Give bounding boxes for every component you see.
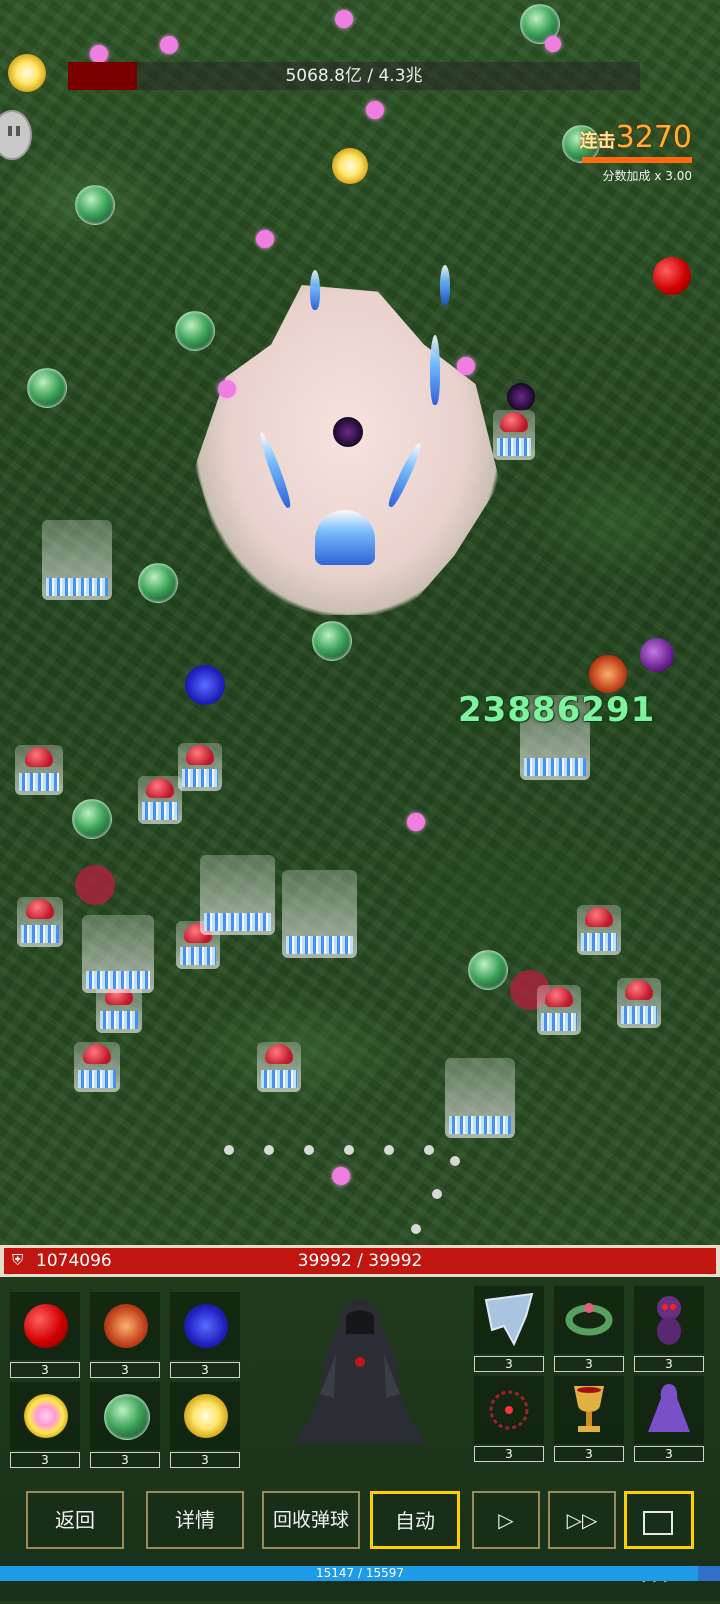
chalice-icon xyxy=(574,1386,604,1432)
slot-count: 3 xyxy=(634,1356,704,1372)
voodoo-doll-icon xyxy=(657,1296,681,1345)
boss-enemy xyxy=(195,265,500,615)
green-ball xyxy=(138,563,178,603)
mushroom-monster xyxy=(577,905,621,955)
item-slot-thorn-ring[interactable]: 3 xyxy=(474,1376,544,1462)
mushroom-monster xyxy=(537,985,581,1035)
red-ball xyxy=(653,257,691,295)
red-ball-icon xyxy=(24,1304,68,1348)
slot-count: 3 xyxy=(90,1452,160,1468)
mushroom-monster xyxy=(74,1042,120,1092)
purple-cloak-icon xyxy=(648,1384,690,1432)
auto-button[interactable]: 自动 xyxy=(370,1491,460,1549)
item-slot-cape[interactable]: 3 xyxy=(474,1286,544,1372)
combo-display: 连击3270 分数加成 x 3.00 xyxy=(580,120,692,184)
mushroom-monster xyxy=(17,897,63,947)
yellow-ball xyxy=(8,54,46,92)
film-icon xyxy=(643,1510,673,1535)
plant-monster xyxy=(200,855,275,935)
dark-ball xyxy=(507,383,535,411)
slot-count: 3 xyxy=(554,1356,624,1372)
green-ball-icon xyxy=(104,1394,150,1440)
yellow-ball xyxy=(332,148,368,184)
details-button[interactable]: 详情 xyxy=(146,1491,244,1549)
back-button[interactable]: 返回 xyxy=(26,1491,124,1549)
green-ball xyxy=(468,950,508,990)
ball-slot-blue[interactable]: 3 xyxy=(170,1292,240,1378)
green-ball xyxy=(27,368,67,408)
green-ball xyxy=(72,799,112,839)
combo-value: 3270 xyxy=(615,120,692,155)
combo-label: 连击 xyxy=(579,131,616,152)
slot-count: 3 xyxy=(90,1362,160,1378)
wreath-icon xyxy=(565,1303,613,1336)
battlefield[interactable]: 23886291 xyxy=(0,0,720,1245)
orange-ball xyxy=(589,655,627,693)
fast-forward-button[interactable]: ▷▷ xyxy=(548,1491,616,1549)
mushroom-monster xyxy=(617,978,661,1028)
mushroom-monster xyxy=(178,743,222,791)
green-ball xyxy=(175,311,215,351)
slot-count: 3 xyxy=(10,1362,80,1378)
boss-hp-text: 5068.8亿 / 4.3兆 xyxy=(285,66,423,86)
orange-ball-icon xyxy=(104,1304,148,1348)
score-multiplier: 分数加成 x 3.00 xyxy=(602,169,692,183)
slot-count: 3 xyxy=(634,1446,704,1462)
player-hp-bar: ⛨ 1074096 39992 / 39992 xyxy=(0,1245,720,1277)
mushroom-monster xyxy=(257,1042,301,1092)
player-hp-text: 39992 / 39992 xyxy=(297,1251,423,1271)
item-slot-wreath[interactable]: 3 xyxy=(554,1286,624,1372)
recall-balls-button[interactable]: 回收弹球 xyxy=(262,1491,360,1549)
slot-count: 3 xyxy=(474,1356,544,1372)
combo-bar xyxy=(582,157,692,163)
yellow-star-ball-icon xyxy=(184,1394,228,1438)
boss-hp-bar: 5068.8亿 / 4.3兆 xyxy=(68,62,640,90)
plant-monster xyxy=(445,1058,515,1138)
hooded-knight-hero xyxy=(294,1300,426,1444)
ball-slot-green[interactable]: 3 xyxy=(90,1382,160,1468)
thorn-ring-icon xyxy=(489,1390,529,1430)
slot-count: 3 xyxy=(170,1452,240,1468)
yellow-pink-ball-icon xyxy=(24,1394,68,1438)
item-slot-voodoo-doll[interactable]: 3 xyxy=(634,1286,704,1372)
slot-count: 3 xyxy=(170,1362,240,1378)
item-slot-purple-cloak[interactable]: 3 xyxy=(634,1376,704,1462)
cape-icon xyxy=(484,1292,534,1347)
ball-slot-yellow-star[interactable]: 3 xyxy=(170,1382,240,1468)
ball-slot-orange[interactable]: 3 xyxy=(90,1292,160,1378)
item-slot-chalice[interactable]: 3 xyxy=(554,1376,624,1462)
slot-count: 3 xyxy=(554,1446,624,1462)
xp-text: 15147 / 15597 xyxy=(315,1566,405,1580)
green-ball xyxy=(75,185,115,225)
play-speed-button[interactable]: ▷ xyxy=(472,1491,540,1549)
plant-monster xyxy=(282,870,357,958)
green-ball xyxy=(312,621,352,661)
blue-ball-icon xyxy=(184,1304,228,1348)
blue-ball xyxy=(185,665,225,705)
damage-popup: 23886291 xyxy=(458,690,656,730)
xp-bar: 15147 / 15597 xyxy=(0,1566,720,1581)
slot-count: 3 xyxy=(10,1452,80,1468)
mushroom-monster xyxy=(493,410,535,460)
slot-count: 3 xyxy=(474,1446,544,1462)
mushroom-monster xyxy=(138,776,182,824)
plant-monster xyxy=(42,520,112,600)
ball-slot-red[interactable]: 3 xyxy=(10,1292,80,1378)
mushroom-monster xyxy=(15,745,63,795)
purple-ball xyxy=(640,638,674,672)
plant-monster xyxy=(82,915,154,993)
watch-ad-speed-button[interactable]: ▷▷▷ xyxy=(624,1491,694,1585)
ball-slot-yellow-pink[interactable]: 3 xyxy=(10,1382,80,1468)
